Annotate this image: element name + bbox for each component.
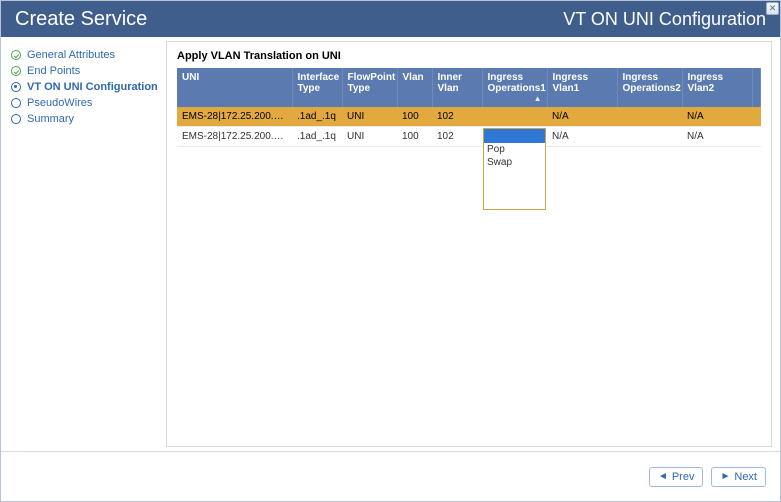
circle-icon [11, 114, 21, 124]
col-header[interactable]: FlowPoint Type [342, 68, 397, 107]
col-header-spacer [752, 68, 761, 107]
table-cell[interactable]: .1ad_.1q [292, 127, 342, 147]
wizard-sidebar: General Attributes End Points VT ON UNI … [1, 37, 166, 451]
dropdown-option-swap[interactable]: Swap [484, 156, 545, 169]
check-icon [11, 66, 21, 76]
table-cell[interactable]: 100 [397, 107, 432, 127]
col-header[interactable]: Ingress Operations2 [617, 68, 682, 107]
sidebar-item-summary[interactable]: Summary [11, 111, 160, 127]
sidebar-item-pseudowires[interactable]: PseudoWires [11, 95, 160, 111]
sort-asc-icon: ▲ [534, 94, 542, 103]
table-cell-spacer [752, 127, 761, 147]
table-cell[interactable] [617, 107, 682, 127]
section-title: Apply VLAN Translation on UNI [177, 50, 761, 62]
sidebar-item-vt-on-uni[interactable]: VT ON UNI Configuration [11, 79, 160, 95]
sidebar-item-label: VT ON UNI Configuration [27, 81, 158, 93]
step-title: VT ON UNI Configuration [563, 9, 766, 30]
prev-button[interactable]: ◄ Prev [649, 467, 704, 487]
table-cell[interactable] [617, 127, 682, 147]
dot-icon [11, 82, 21, 92]
vlan-table: UNIInterface TypeFlowPoint TypeVlanInner… [177, 68, 761, 147]
table-cell[interactable]: 102 [432, 107, 482, 127]
table-row[interactable]: EMS-28|172.25.200.223|1|5|4.1ad_.1qUNI10… [177, 127, 761, 147]
table-cell[interactable]: 102 [432, 127, 482, 147]
col-header[interactable]: UNI [177, 68, 292, 107]
table-cell[interactable]: N/A [682, 127, 752, 147]
sidebar-item-label: General Attributes [27, 49, 115, 61]
table-cell[interactable] [482, 107, 547, 127]
close-icon[interactable]: ✕ [766, 2, 779, 15]
table-cell-spacer [752, 107, 761, 127]
button-label: Prev [672, 471, 695, 483]
table-cell[interactable]: UNI [342, 127, 397, 147]
table-cell[interactable]: EMS-28|172.25.200.197|1|2|4 [177, 107, 292, 127]
dropdown-option-pop[interactable]: Pop [484, 143, 545, 156]
col-header[interactable]: Vlan [397, 68, 432, 107]
sidebar-item-general-attributes[interactable]: General Attributes [11, 47, 160, 63]
table-cell[interactable]: N/A [682, 107, 752, 127]
ingress-operations1-dropdown[interactable]: Pop Swap [483, 128, 546, 210]
circle-icon [11, 98, 21, 108]
dialog-footer: ◄ Prev ► Next [1, 451, 780, 501]
table-cell[interactable]: N/A [547, 127, 617, 147]
table-header: UNIInterface TypeFlowPoint TypeVlanInner… [177, 68, 761, 107]
chevron-right-icon: ► [720, 471, 730, 482]
dropdown-empty-area [484, 169, 545, 209]
content-panel: Apply VLAN Translation on UNI UNIInterfa… [166, 41, 772, 447]
table-cell[interactable]: UNI [342, 107, 397, 127]
table-cell[interactable]: EMS-28|172.25.200.223|1|5|4 [177, 127, 292, 147]
dropdown-selected-blank[interactable] [484, 129, 545, 143]
sidebar-item-label: End Points [27, 65, 80, 77]
table-cell[interactable]: N/A [547, 107, 617, 127]
button-label: Next [734, 471, 757, 483]
sidebar-item-end-points[interactable]: End Points [11, 63, 160, 79]
dialog-frame: ✕ Create Service VT ON UNI Configuration… [0, 0, 781, 502]
next-button[interactable]: ► Next [711, 467, 766, 487]
dialog-header: Create Service VT ON UNI Configuration [1, 1, 780, 37]
chevron-left-icon: ◄ [658, 471, 668, 482]
col-header[interactable]: Ingress Vlan1 [547, 68, 617, 107]
sidebar-item-label: PseudoWires [27, 97, 92, 109]
col-header[interactable]: Inner Vlan [432, 68, 482, 107]
dialog-title: Create Service [15, 8, 147, 31]
sidebar-item-label: Summary [27, 113, 74, 125]
check-icon [11, 50, 21, 60]
col-header[interactable]: Ingress Vlan2 [682, 68, 752, 107]
table-cell[interactable]: 100 [397, 127, 432, 147]
col-header[interactable]: Ingress Operations1▲ [482, 68, 547, 107]
col-header[interactable]: Interface Type [292, 68, 342, 107]
table-cell[interactable]: .1ad_.1q [292, 107, 342, 127]
table-row[interactable]: EMS-28|172.25.200.197|1|2|4.1ad_.1qUNI10… [177, 107, 761, 127]
